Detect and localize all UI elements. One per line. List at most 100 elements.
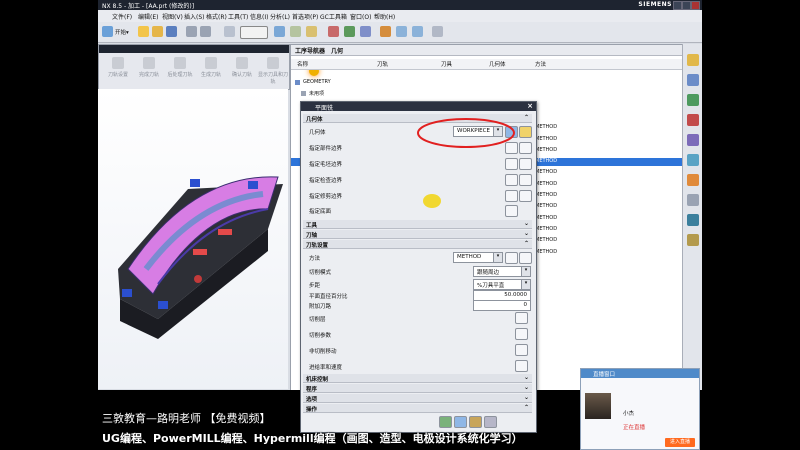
navigator-tab-icon[interactable] — [687, 54, 699, 66]
shade-icon[interactable] — [396, 26, 407, 37]
menu-edit[interactable]: 编辑(E) — [138, 12, 158, 21]
col-geometry[interactable]: 几何体 — [489, 60, 506, 68]
section-axis[interactable]: 刀轴 ⌄ — [303, 230, 532, 239]
cut-levels-button[interactable] — [515, 312, 528, 324]
menu-format[interactable]: 格式(R) — [206, 12, 227, 21]
section-path-settings[interactable]: 刀轨设置 ⌃ — [303, 240, 532, 249]
dialog-close-icon[interactable]: × — [527, 102, 533, 110]
navigator-title: 工序导航器 — [295, 48, 326, 55]
verify-icon[interactable] — [469, 416, 482, 428]
assembly-navigator-icon[interactable] — [687, 94, 699, 106]
section-machine-control[interactable]: 机床控制 ⌄ — [303, 374, 532, 383]
snap-icon[interactable] — [290, 26, 301, 37]
reuse-library-icon[interactable] — [687, 114, 699, 126]
operation-toolbar-header — [99, 45, 289, 53]
verify-path-button[interactable]: 确认刀轨 — [225, 57, 259, 78]
part-navigator-icon[interactable] — [687, 74, 699, 86]
replay-icon[interactable] — [454, 416, 467, 428]
show-tool-path-button[interactable]: 显示刀具和刀轨 — [256, 57, 290, 85]
palette-icon[interactable] — [687, 234, 699, 246]
postprocess-button[interactable]: 后处理刀轨 — [163, 57, 197, 78]
process-studio-icon[interactable] — [687, 174, 699, 186]
cut-mode-select[interactable]: 跟随周边 ▾ — [473, 266, 531, 277]
save-icon[interactable] — [166, 26, 177, 37]
table-row[interactable]: GEOMETRY — [291, 79, 683, 87]
noncut-button[interactable] — [515, 344, 528, 356]
start-menu[interactable]: 开始▾ — [115, 28, 129, 36]
complete-path-button[interactable]: 完成刀轨 — [132, 57, 166, 78]
menu-window[interactable]: 窗口(O) — [350, 12, 371, 21]
roles-icon[interactable] — [687, 194, 699, 206]
col-tool[interactable]: 刀具 — [441, 60, 452, 68]
feeds-button[interactable] — [515, 360, 528, 372]
render-icon[interactable] — [306, 26, 317, 37]
menu-file[interactable]: 文件(F) — [112, 12, 132, 21]
open-file-icon[interactable] — [152, 26, 163, 37]
path-settings-button[interactable]: 刀轨设置 — [101, 57, 135, 78]
col-name[interactable]: 名称 — [297, 60, 308, 68]
cut-icon[interactable] — [224, 26, 235, 37]
dropdown-arrow-icon: ▾ — [493, 253, 502, 262]
menu-analysis[interactable]: 分析(L) — [270, 12, 290, 21]
section-options[interactable]: 选项 ⌄ — [303, 394, 532, 403]
wireframe-icon[interactable] — [412, 26, 423, 37]
cut-params-button[interactable] — [515, 328, 528, 340]
section-program[interactable]: 程序 ⌄ — [303, 384, 532, 393]
list-icon[interactable] — [484, 416, 497, 428]
more-icon[interactable] — [432, 26, 443, 37]
menu-insert[interactable]: 插入(S) — [184, 12, 205, 21]
menu-view[interactable]: 视图(V) — [162, 12, 183, 21]
generate-path-button[interactable]: 生成刀轨 — [194, 57, 228, 78]
caption-courses: UG编程、PowerMILL编程、Hypermill编程（画图、造型、电极设计系… — [102, 432, 523, 445]
system-materials-icon[interactable] — [687, 154, 699, 166]
menu-preferences[interactable]: 首选项(P) — [292, 12, 318, 21]
menu-tools[interactable]: 工具(T) — [228, 12, 248, 21]
view-icon[interactable] — [274, 26, 285, 37]
cut-params-label: 切削参数 — [309, 333, 332, 339]
geometry-icon[interactable] — [360, 26, 371, 37]
stepover-select[interactable]: %刀具平直 ▾ — [473, 279, 531, 290]
section-tool[interactable]: 工具 ⌄ — [303, 220, 532, 229]
blank-boundary-button[interactable] — [505, 158, 518, 170]
layer-dropdown[interactable] — [240, 26, 268, 39]
show-part-boundary-button[interactable] — [519, 142, 532, 154]
trim-boundary-button[interactable] — [505, 190, 518, 202]
method-select[interactable]: METHOD ▾ — [453, 252, 503, 263]
live-stream-window: 直播窗口 小杰 正在直播 进入直播 — [580, 368, 700, 450]
tool-icon[interactable] — [380, 26, 391, 37]
part-boundary-button[interactable] — [505, 142, 518, 154]
show-trim-boundary-button[interactable] — [519, 190, 532, 202]
undo-icon[interactable] — [186, 26, 197, 37]
generate-icon[interactable] — [439, 416, 452, 428]
graphics-window[interactable] — [98, 89, 288, 389]
title-bar: NX 8.5 - 加工 - [AA.prt (修改的)] SIEMENS — [98, 0, 702, 10]
row-method: METHOD — [535, 124, 558, 131]
new-geometry-button[interactable] — [519, 126, 532, 138]
table-row[interactable]: 未用项 — [291, 90, 683, 98]
edit-method-button[interactable] — [505, 252, 518, 264]
minimize-button[interactable] — [673, 1, 682, 10]
menu-info[interactable]: 信息(I) — [250, 12, 268, 21]
redo-icon[interactable] — [200, 26, 211, 37]
menu-help[interactable]: 帮助(H) — [374, 12, 395, 21]
operation-icon[interactable] — [344, 26, 355, 37]
extra-passes-input[interactable]: 0 — [473, 300, 531, 311]
maximize-button[interactable] — [682, 1, 691, 10]
show-check-boundary-button[interactable] — [519, 174, 532, 186]
floor-button[interactable] — [505, 205, 518, 217]
web-browser-icon[interactable] — [687, 214, 699, 226]
cam-icon[interactable] — [328, 26, 339, 37]
col-toolpath[interactable]: 刀轨 — [377, 60, 388, 68]
new-file-icon[interactable] — [138, 26, 149, 37]
enter-live-button[interactable]: 进入直播 — [665, 438, 695, 447]
history-icon[interactable] — [687, 134, 699, 146]
close-button[interactable] — [691, 1, 700, 10]
show-method-button[interactable] — [519, 252, 532, 264]
col-method[interactable]: 方法 — [535, 60, 546, 68]
part-model[interactable] — [98, 89, 288, 389]
start-icon[interactable] — [102, 26, 113, 37]
show-blank-boundary-button[interactable] — [519, 158, 532, 170]
menu-gc-toolbox[interactable]: GC工具箱 — [320, 12, 347, 21]
check-boundary-button[interactable] — [505, 174, 518, 186]
section-actions[interactable]: 操作 ⌃ — [303, 404, 532, 413]
